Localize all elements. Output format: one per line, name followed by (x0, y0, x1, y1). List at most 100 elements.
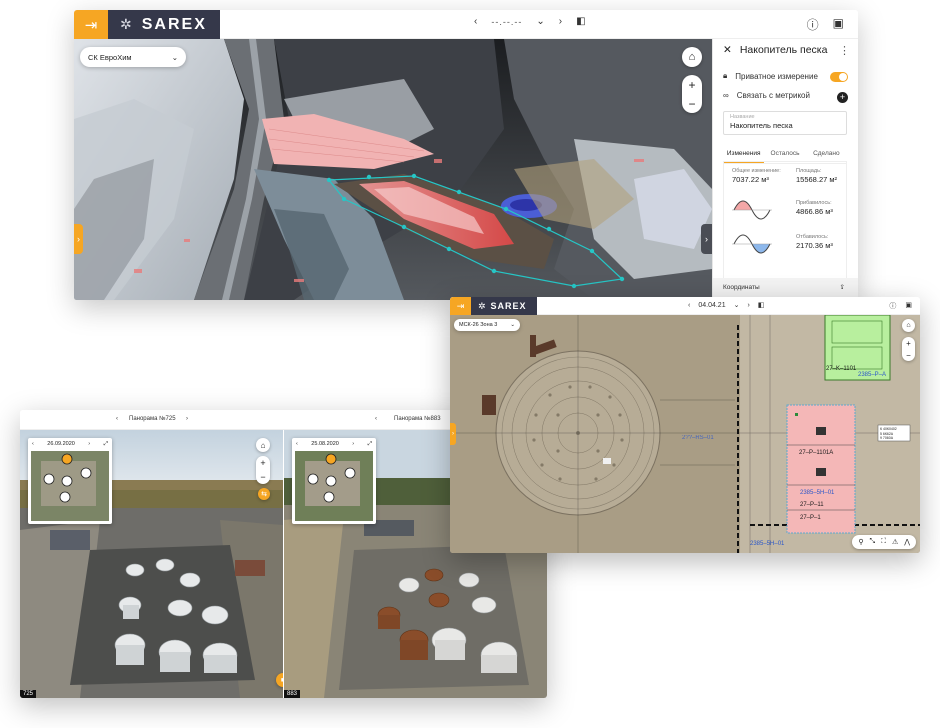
compare-icon[interactable]: ◧ (576, 16, 585, 27)
home-button[interactable]: ⌂ (682, 47, 702, 67)
chevron-down-icon[interactable]: ⌄ (734, 301, 740, 309)
home-button[interactable]: ⌂ (902, 319, 915, 332)
info-icon[interactable]: ⓘ (807, 16, 819, 33)
area-label: Площадь: (796, 168, 822, 174)
map-toolbar: ⚲ ⤡ ⛶ ⚠ ⋀ (852, 535, 916, 549)
top-actions: ⓘ ▣ (889, 301, 912, 311)
prev-date-button[interactable]: ‹ (474, 16, 477, 27)
top-bar: ⇥ ✲ SAREX ‹ --.--.-- ⌄ › ◧ ⓘ ▣ (74, 10, 858, 39)
plan-map[interactable]: МСК-26 Зона 3 ⌄ 27–K–1101 2385–P–А 27–P–… (450, 315, 920, 553)
site-select[interactable]: СК ЕвроХим ⌄ (80, 47, 186, 67)
pin-icon[interactable]: ⚲ (858, 538, 863, 546)
tooltip-box: К 40К0402 5 6К62А 9 7060А (880, 427, 897, 441)
lock-icon: 🔒︎ (723, 71, 728, 80)
panorama-right-minimap[interactable]: ‹ 25.08.2020 › ⤢ (292, 438, 376, 524)
coordinates-label: Координаты (723, 284, 760, 291)
next-date-button[interactable]: › (88, 441, 90, 447)
zoom-controls: + − (256, 456, 270, 484)
info-icon[interactable]: ⓘ (889, 301, 896, 311)
name-field[interactable]: Название Накопитель песка (723, 111, 847, 135)
minimap-satellite (295, 451, 373, 521)
zoom-controls: + − (902, 337, 915, 361)
panorama-right-date: 25.08.2020 (311, 441, 339, 447)
home-icon: ⌂ (906, 322, 911, 329)
private-label: Приватное измерение (735, 71, 818, 81)
warning-icon[interactable]: ⚠ (892, 538, 898, 546)
save-icon[interactable]: ▣ (833, 16, 844, 33)
date-value[interactable]: --.--.-- (491, 17, 522, 27)
panorama-left-minimap[interactable]: ‹ 26.09.2020 › ⤢ (28, 438, 112, 524)
sync-button[interactable]: ⇆ (258, 488, 270, 500)
close-icon[interactable]: ✕ (723, 44, 732, 56)
next-date-button[interactable]: › (352, 441, 354, 447)
right-panel-toggle[interactable]: › (701, 224, 712, 254)
sync-icon: ⇆ (261, 491, 267, 498)
private-toggle[interactable] (830, 72, 848, 82)
fill-wave-icon (732, 200, 772, 220)
panel-header: ✕ Накопитель песка (723, 44, 827, 56)
login-button[interactable]: ⇥ (74, 10, 108, 39)
panorama-left-title: Панорама №725 (129, 416, 176, 422)
expand-icon[interactable]: ⤢ (368, 441, 372, 448)
link-label: Связать с метрикой (736, 91, 810, 100)
label-block-c: 27–P–1 (800, 515, 821, 521)
expand-icon[interactable]: ⤢ (104, 441, 108, 448)
date-value[interactable]: 04.04.21 (698, 302, 725, 309)
zoom-in-button[interactable]: + (688, 78, 695, 92)
area: Площадь: 15568.27 м² (796, 168, 837, 184)
more-icon[interactable]: ⋮ (839, 44, 850, 57)
minimap-header: ‹ 26.09.2020 › ⤢ (28, 438, 112, 450)
crs-select[interactable]: МСК-26 Зона 3 ⌄ (454, 319, 520, 331)
label-tank-k: 27–K–1101 (826, 366, 857, 372)
label-block-b: 27–P–11 (800, 502, 824, 508)
home-button[interactable]: ⌂ (256, 438, 270, 452)
panorama-right-number: 883 (284, 690, 301, 698)
login-icon: ⇥ (456, 300, 465, 311)
chevron-down-icon: ⌄ (510, 322, 515, 328)
label-block-a: 27–P–1101A (799, 450, 834, 456)
left-panel-toggle[interactable]: › (74, 224, 83, 254)
left-panel-toggle[interactable]: › (450, 423, 456, 445)
prev-date-button[interactable]: ‹ (688, 302, 690, 309)
added-label: Прибавилось: (796, 200, 832, 206)
panel-title: Накопитель песка (739, 44, 828, 56)
crs-select-value: МСК-26 Зона 3 (459, 322, 498, 328)
zoom-out-button[interactable]: − (688, 97, 695, 111)
area-icon[interactable]: ⛶ (881, 538, 886, 546)
zoom-out-button[interactable]: − (260, 472, 265, 482)
save-icon[interactable]: ▣ (905, 301, 912, 311)
3d-scene[interactable]: СК ЕвроХим ⌄ ⌂ + − › › (74, 39, 712, 300)
zoom-controls: + − (682, 75, 702, 113)
add-metric-button[interactable]: + (837, 92, 848, 103)
login-button[interactable]: ⇥ (450, 297, 471, 315)
total-change-value: 7037.22 м³ (732, 175, 769, 184)
prev-panorama-left[interactable]: ‹ (116, 416, 118, 422)
brand-logo: ✲ SAREX (108, 10, 220, 39)
home-icon: ⌂ (260, 440, 266, 450)
zoom-in-button[interactable]: + (906, 339, 911, 348)
brand-icon: ✲ (120, 16, 134, 32)
prev-date-button[interactable]: ‹ (296, 441, 298, 447)
link-icon: ∞ (723, 91, 729, 100)
next-date-button[interactable]: › (747, 302, 749, 309)
next-panorama-left[interactable]: › (186, 416, 188, 422)
tooltip-line-3: 9 7060А (880, 436, 894, 440)
zoom-out-button[interactable]: − (906, 351, 911, 360)
label-block-code: 2385–5H–01 (800, 490, 835, 496)
chevron-down-icon[interactable]: ⌄ (536, 16, 544, 27)
ruler-icon[interactable]: ⤡ (869, 538, 875, 546)
plan-window: ⇥ ✲ SAREX ‹ 04.04.21 ⌄ › ◧ ⓘ ▣ МСК-26 Зо… (450, 297, 920, 553)
compare-icon[interactable]: ◧ (758, 301, 765, 309)
removed-label: Отбавилось: (796, 234, 829, 240)
lock-button[interactable]: ■ (276, 673, 283, 687)
added: Прибавилось: 4866.86 м³ (796, 200, 833, 216)
panorama-left-view[interactable]: ‹ 26.09.2020 › ⤢ ⌂ + − ⇆ ■ 725 (20, 430, 283, 698)
profile-icon[interactable]: ⋀ (904, 538, 910, 546)
next-date-button[interactable]: › (559, 16, 562, 27)
prev-date-button[interactable]: ‹ (32, 441, 34, 447)
zoom-in-button[interactable]: + (260, 458, 265, 468)
measurement-panel: ✕ Накопитель песка ⋮ 🔒︎ Приватное измере… (712, 39, 858, 300)
prev-panorama-right[interactable]: ‹ (375, 416, 377, 422)
removed: Отбавилось: 2170.36 м³ (796, 234, 833, 250)
export-icon[interactable]: ⇪ (840, 283, 845, 291)
